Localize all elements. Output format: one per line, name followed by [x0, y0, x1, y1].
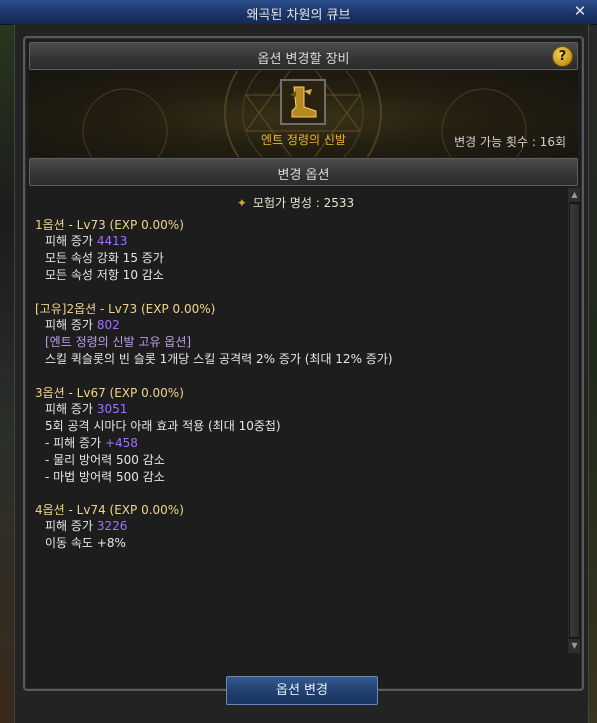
damage-label: 피해 증가	[45, 318, 93, 332]
help-icon[interactable]: ?	[552, 46, 573, 67]
window-titlebar[interactable]: 왜곡된 차원의 큐브 ✕	[0, 0, 597, 25]
close-icon[interactable]: ✕	[571, 2, 589, 20]
option-title: 4옵션 - Lv74 (EXP 0.00%)	[35, 503, 184, 517]
option-title: 1옵션 - Lv73 (EXP 0.00%)	[35, 218, 184, 232]
section-header-options: 변경 옵션	[29, 158, 578, 186]
option-sub-effect: - 물리 방어력 500 감소	[45, 453, 165, 467]
option-effect: 이동 속도 +8%	[45, 536, 126, 550]
damage-value: 3051	[96, 402, 128, 416]
section-header-equipment: 옵션 변경할 장비 ?	[29, 42, 578, 70]
option-effect: 5회 공격 시마다 아래 효과 적용 (최대 10중첩)	[45, 419, 281, 433]
sub-effect-label: - 피해 증가	[45, 436, 102, 450]
fame-text: 모험가 명성 : 2533	[252, 196, 355, 210]
option-damage: 피해 증가 3226	[45, 517, 127, 534]
option-damage: 피해 증가 3051	[45, 400, 127, 417]
unique-option-label: [엔트 정령의 신발 고유 옵션]	[45, 335, 192, 349]
options-scrollbar[interactable]: ▲ ▼	[568, 188, 580, 653]
damage-value: 4413	[96, 234, 128, 248]
cube-window: 옵션 변경할 장비 ? 엔트 정령의 신발 변경 가능 횟수: 16회 변경 …	[14, 24, 589, 723]
option-title: 3옵션 - Lv67 (EXP 0.00%)	[35, 386, 184, 400]
section-title: 변경 옵션	[277, 168, 330, 183]
option-sub-effect: - 마법 방어력 500 감소	[45, 470, 165, 484]
option-effect: 모든 속성 강화 15 증가	[45, 251, 164, 265]
section-title: 옵션 변경할 장비	[257, 52, 350, 67]
option-title: [고유]2옵션 - Lv73 (EXP 0.00%)	[35, 302, 216, 316]
change-option-button[interactable]: 옵션 변경	[226, 676, 378, 705]
option-effect: 모든 속성 저항 10 감소	[45, 268, 164, 282]
damage-value: 802	[96, 318, 120, 332]
adventurer-fame: ✦ 모험가 명성 : 2533	[29, 194, 562, 211]
window-title: 왜곡된 차원의 큐브	[246, 8, 351, 23]
option-effect: 스킬 퀵슬롯의 빈 슬롯 1개당 스킬 공격력 2% 증가 (최대 12% 증가…	[45, 352, 393, 366]
background-left	[0, 0, 14, 723]
damage-value: 3226	[96, 519, 128, 533]
options-list: ✦ 모험가 명성 : 2533 1옵션 - Lv73 (EXP 0.00%) 피해…	[29, 188, 562, 653]
scroll-thumb[interactable]	[570, 204, 579, 637]
option-sub-effect: - 피해 증가 +458	[45, 434, 138, 451]
main-frame: 옵션 변경할 장비 ? 엔트 정령의 신발 변경 가능 횟수: 16회 변경 …	[23, 36, 584, 691]
equipment-panel: 엔트 정령의 신발 변경 가능 횟수 : 16회	[29, 71, 578, 157]
fame-icon: ✦	[236, 196, 247, 210]
scroll-up-icon[interactable]: ▲	[569, 188, 580, 202]
option-damage: 피해 증가 4413	[45, 232, 127, 249]
change-count: 변경 가능 횟수 : 16회	[454, 135, 566, 149]
damage-label: 피해 증가	[45, 234, 93, 248]
boots-icon	[282, 81, 324, 123]
equipment-slot[interactable]	[280, 79, 326, 125]
damage-label: 피해 증가	[45, 402, 93, 416]
option-damage: 피해 증가 802	[45, 316, 120, 333]
scroll-down-icon[interactable]: ▼	[569, 639, 580, 653]
sub-effect-value: +458	[104, 436, 138, 450]
damage-label: 피해 증가	[45, 519, 93, 533]
